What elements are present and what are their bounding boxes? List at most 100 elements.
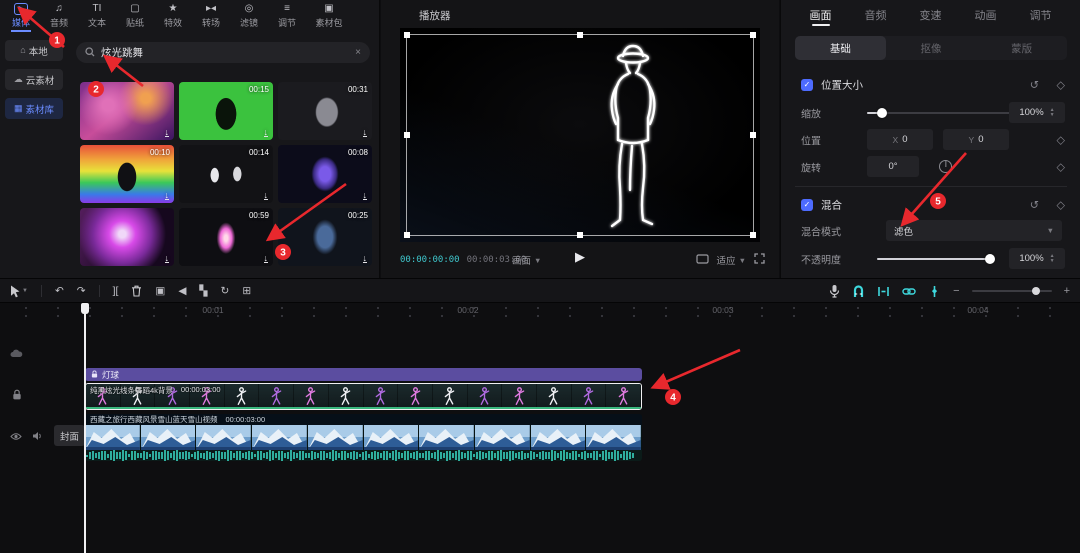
zoom-in-icon[interactable]: + (1064, 285, 1070, 297)
download-icon[interactable]: ↓ (363, 254, 368, 263)
blend-mode-dropdown[interactable]: 滤色 ▼ (886, 220, 1062, 241)
blend-checkbox[interactable]: ✓ (801, 199, 813, 211)
overlay-video-clip[interactable]: 纯黑炫光线条舞蹈4k背景 00:00:03:00 (85, 383, 642, 410)
crop-icon[interactable]: ⊞ (242, 286, 251, 297)
media-thumbnail[interactable]: 00:59↓ (179, 208, 273, 266)
reset-icon[interactable]: ↺ (1030, 198, 1039, 211)
timeline-ruler[interactable]: 00:0100:0200:0300:04 (0, 303, 1080, 318)
snap-toggle-icon[interactable] (877, 285, 890, 298)
reverse-icon[interactable]: ◀ (178, 286, 186, 297)
delete-icon[interactable] (131, 285, 142, 297)
media-thumbnail[interactable]: ↓ (80, 82, 174, 140)
undo-icon[interactable]: ↶ (55, 286, 64, 297)
download-icon[interactable]: ↓ (363, 128, 368, 137)
preview-canvas[interactable] (400, 28, 760, 242)
stepper-arrows-icon[interactable]: ▲▼ (1050, 254, 1055, 263)
scale-slider[interactable] (867, 107, 1019, 119)
top-nav-item-素材包[interactable]: ▣素材包 (306, 0, 352, 32)
lock-icon[interactable] (12, 388, 22, 404)
download-icon[interactable]: ↓ (264, 254, 269, 263)
rotate-icon[interactable]: ↻ (221, 286, 230, 297)
keyframe-diamond-icon[interactable]: ◇ (1057, 78, 1065, 91)
download-icon[interactable]: ↓ (165, 254, 170, 263)
freeze-frame-icon[interactable]: ▣ (155, 286, 165, 297)
rotation-dial-icon[interactable] (939, 160, 952, 173)
selection-rect[interactable] (406, 34, 754, 236)
tab-变速[interactable]: 变速 (920, 0, 942, 30)
eye-icon[interactable] (10, 429, 22, 445)
selection-handle[interactable] (404, 232, 410, 238)
select-tool-icon[interactable]: ▼ (10, 285, 28, 298)
top-nav-item-贴纸[interactable]: ▢贴纸 (116, 0, 154, 32)
speaker-icon[interactable] (32, 429, 43, 445)
zoom-out-icon[interactable]: − (953, 285, 959, 297)
cover-button[interactable]: 封面 (54, 425, 85, 446)
canvas-ratio-icon[interactable] (696, 254, 709, 267)
selection-handle[interactable] (404, 32, 410, 38)
media-thumbnail[interactable]: 00:31↓ (278, 82, 372, 140)
zoom-slider-knob[interactable] (1032, 287, 1040, 295)
top-nav-item-转场[interactable]: ▸◂转场 (192, 0, 230, 32)
keyframe-diamond-icon[interactable]: ◇ (1057, 133, 1065, 146)
tab-音频[interactable]: 音频 (865, 0, 887, 30)
keyframe-diamond-icon[interactable]: ◇ (1057, 160, 1065, 173)
preview-axis-icon[interactable] (928, 285, 941, 298)
media-thumbnail[interactable]: 00:25↓ (278, 208, 372, 266)
download-icon[interactable]: ↓ (264, 128, 269, 137)
selection-handle[interactable] (750, 32, 756, 38)
media-thumbnail[interactable]: ↓ (80, 208, 174, 266)
playhead[interactable] (84, 303, 86, 553)
top-nav-item-特效[interactable]: ★特效 (154, 0, 192, 32)
search-box[interactable]: 炫光跳舞 × (76, 42, 370, 63)
selection-handle[interactable] (404, 132, 410, 138)
media-thumbnail[interactable]: 00:14↓ (179, 145, 273, 203)
reset-icon[interactable]: ↺ (1030, 78, 1039, 91)
download-icon[interactable]: ↓ (165, 191, 170, 200)
rotation-value[interactable]: 0° (867, 156, 919, 177)
download-icon[interactable]: ↓ (264, 191, 269, 200)
fullscreen-icon[interactable] (754, 253, 765, 267)
clear-search-icon[interactable]: × (355, 47, 361, 58)
sidebar-item-本地[interactable]: ⌂本地 (5, 40, 63, 61)
subtab-抠像[interactable]: 抠像 (886, 36, 977, 60)
scale-value[interactable]: 100% ▲▼ (1009, 102, 1065, 123)
search-input[interactable]: 炫光跳舞 (101, 45, 349, 60)
split-icon[interactable]: ][ (113, 286, 119, 297)
selection-handle[interactable] (750, 232, 756, 238)
media-thumbnail[interactable]: 00:15↓ (179, 82, 273, 140)
fit-dropdown[interactable]: 适应▼ (717, 253, 746, 267)
timeline-zoom-slider[interactable] (972, 286, 1052, 296)
selection-handle[interactable] (750, 132, 756, 138)
mirror-icon[interactable]: ▚ (199, 286, 207, 297)
download-icon[interactable]: ↓ (363, 191, 368, 200)
link-toggle-icon[interactable] (902, 285, 916, 298)
position-y-field[interactable]: Y 0 (943, 129, 1009, 150)
magnet-toggle-icon[interactable] (852, 285, 865, 298)
media-thumbnail[interactable]: 00:10↓ (80, 145, 174, 203)
position-x-field[interactable]: X 0 (867, 129, 933, 150)
position-size-checkbox[interactable]: ✓ (801, 79, 813, 91)
redo-icon[interactable]: ↷ (77, 286, 86, 297)
keyframe-diamond-icon[interactable]: ◇ (1057, 198, 1065, 211)
media-thumbnail[interactable]: 00:08↓ (278, 145, 372, 203)
top-nav-item-媒体[interactable]: ▶媒体 (2, 0, 40, 32)
tab-调节[interactable]: 调节 (1030, 0, 1052, 30)
selection-handle[interactable] (577, 32, 583, 38)
subtab-基础[interactable]: 基础 (795, 36, 886, 60)
top-nav-item-音频[interactable]: ♫音频 (40, 0, 78, 32)
sidebar-item-云素材[interactable]: ☁云素材 (5, 69, 63, 90)
opacity-slider[interactable] (877, 253, 995, 265)
quality-dropdown[interactable]: 画面▼ (512, 250, 541, 270)
opacity-value[interactable]: 100% ▲▼ (1009, 248, 1065, 269)
playhead-handle[interactable] (81, 303, 89, 314)
tab-动画[interactable]: 动画 (975, 0, 997, 30)
effect-track-clip[interactable]: 灯球 (85, 368, 642, 381)
play-button[interactable]: ▶ (575, 249, 585, 265)
main-video-clip[interactable]: 西藏之旅行西藏风景雪山蓝天雪山视频 00:00:03:00 (85, 414, 642, 461)
stepper-arrows-icon[interactable]: ▲▼ (1050, 108, 1055, 117)
top-nav-item-文本[interactable]: TI文本 (78, 0, 116, 32)
subtab-蒙版[interactable]: 蒙版 (976, 36, 1067, 60)
tab-画面[interactable]: 画面 (810, 0, 832, 30)
microphone-icon[interactable] (829, 284, 840, 298)
sidebar-item-素材库[interactable]: ▦素材库 (5, 98, 63, 119)
